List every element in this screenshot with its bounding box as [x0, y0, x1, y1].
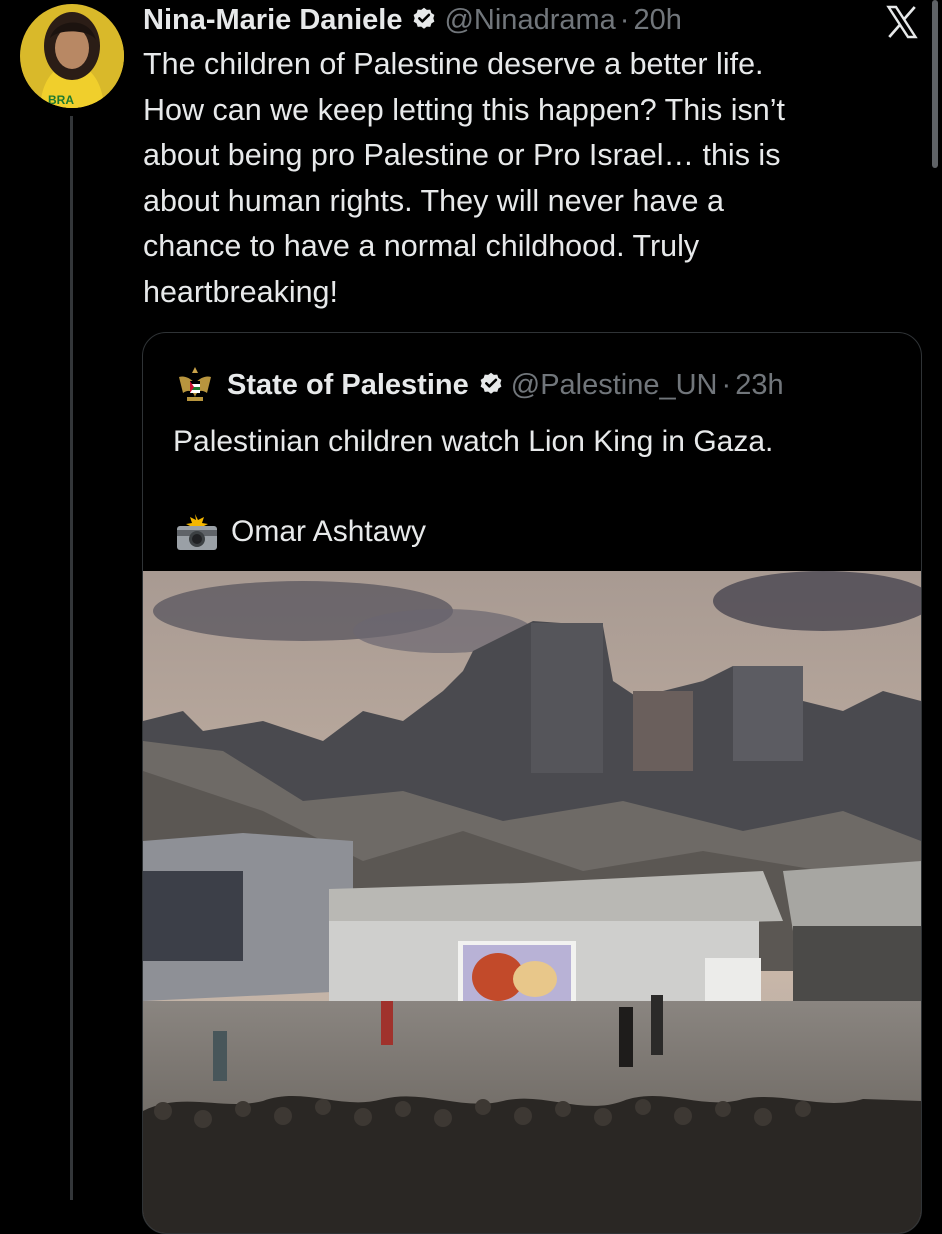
gaza-cinema-photo — [143, 571, 921, 1233]
palestine-coat-of-arms-icon[interactable] — [173, 363, 217, 407]
x-logo-icon — [884, 4, 920, 40]
tweet-header: Nina-Marie Daniele @Ninadrama · 20h — [143, 0, 682, 40]
quoted-tweet-card[interactable]: State of Palestine @Palestine_UN · 23h P… — [142, 332, 922, 1234]
avatar-photo: BRA — [20, 4, 124, 108]
separator-dot: · — [721, 368, 732, 401]
photo-credit: Omar Ashtawy — [173, 511, 426, 553]
scrollbar[interactable] — [932, 0, 938, 168]
quoted-tweet-header: State of Palestine @Palestine_UN · 23h — [173, 365, 784, 405]
quoted-tweet-photo[interactable] — [143, 571, 921, 1233]
author-handle[interactable]: @Ninadrama — [444, 4, 615, 37]
camera-flash-icon — [173, 512, 221, 552]
tweet-timestamp[interactable]: 20h — [633, 4, 681, 37]
quoted-tweet-text: Palestinian children watch Lion King in … — [173, 425, 774, 458]
quoted-tweet-timestamp[interactable]: 23h — [735, 369, 783, 402]
verified-badge-icon — [477, 371, 505, 399]
thread-line — [70, 116, 73, 1200]
author-name[interactable]: Nina-Marie Daniele — [143, 4, 402, 37]
svg-text:BRA: BRA — [48, 93, 74, 107]
separator-dot: · — [619, 3, 630, 36]
tweet-text: The children of Palestine deserve a bett… — [143, 47, 786, 309]
verified-badge-icon — [410, 6, 438, 34]
quoted-author-name[interactable]: State of Palestine — [227, 369, 469, 402]
photo-credit-name: Omar Ashtawy — [231, 515, 427, 548]
author-avatar[interactable]: BRA — [20, 4, 124, 108]
quoted-author-handle[interactable]: @Palestine_UN — [511, 369, 718, 402]
